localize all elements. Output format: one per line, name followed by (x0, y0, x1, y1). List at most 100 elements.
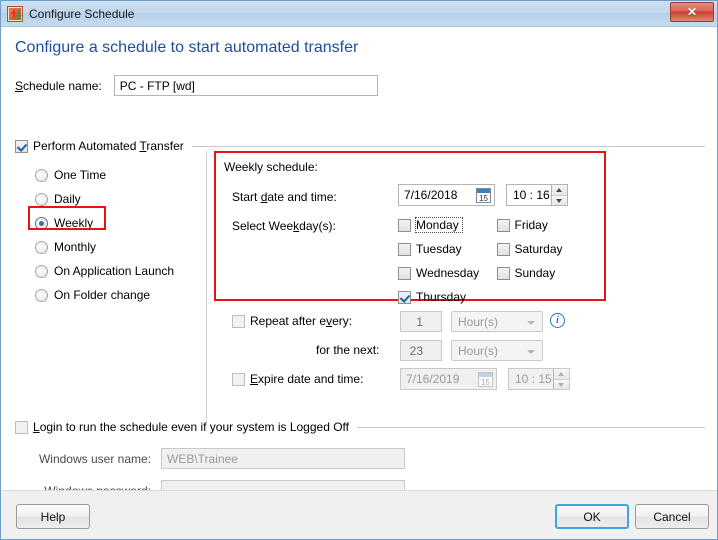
dialog-body: Configure a schedule to start automated … (1, 27, 717, 501)
checkbox-wednesday[interactable]: Wednesday (398, 261, 479, 285)
repeat-unit-value: Hour(s) (458, 314, 499, 329)
windows-user-name-label: Windows user name: (38, 451, 151, 466)
help-button[interactable]: Help (16, 504, 90, 529)
radio-daily[interactable]: Daily (35, 187, 174, 211)
checkbox-label: Monday (415, 217, 463, 233)
close-icon: ✕ (686, 5, 698, 19)
expire-time-stepper[interactable] (553, 369, 569, 389)
radio-label: Monthly (54, 240, 97, 254)
radio-icon-selected[interactable] (35, 216, 48, 230)
expire-checkbox-row[interactable]: Expire date and time: (232, 372, 363, 386)
ok-button[interactable]: OK (555, 504, 629, 529)
checkbox-tuesday[interactable]: Tuesday (398, 237, 479, 261)
checkbox-label: Sunday (514, 266, 556, 280)
checkbox-icon[interactable] (398, 266, 411, 280)
radio-icon[interactable] (35, 168, 48, 182)
perform-transfer-label: Perform Automated Transfer (33, 139, 184, 153)
radio-label: One Time (54, 168, 107, 182)
checkbox-label: Friday (514, 218, 548, 232)
expire-date-input[interactable]: 7/16/2019 15 (400, 368, 497, 390)
group-divider (356, 426, 705, 428)
group-divider (191, 145, 705, 147)
schedule-name-input[interactable]: PC - FTP [wd] (113, 75, 378, 96)
expire-time-input[interactable]: 10 : 15 (508, 368, 570, 390)
radio-on-folder-change[interactable]: On Folder change (35, 283, 174, 307)
checkbox-label: Saturday (514, 242, 563, 256)
next-duration-input[interactable]: 23 (400, 340, 442, 361)
start-date-input[interactable]: 7/16/2018 15 (398, 184, 495, 206)
start-date-label: Start date and time: (232, 190, 337, 204)
checkbox-icon[interactable] (496, 218, 510, 232)
weekday-column-2: Friday Saturday Sunday (496, 213, 563, 285)
login-toggle-row[interactable]: Login to run the schedule even if your s… (15, 420, 705, 434)
transfer-arrows-icon (7, 5, 23, 22)
radio-one-time[interactable]: One Time (35, 163, 174, 187)
spinner-down-icon[interactable] (554, 379, 569, 389)
windows-user-name-input[interactable]: WEB\Trainee (161, 448, 405, 469)
radio-icon[interactable] (35, 288, 48, 302)
page-title: Configure a schedule to start automated … (15, 39, 359, 56)
radio-weekly[interactable]: Weekly (35, 211, 174, 235)
checkbox-friday[interactable]: Friday (496, 213, 563, 237)
checkbox-sunday[interactable]: Sunday (496, 261, 563, 285)
dialog-footer: Help OK Cancel (1, 490, 717, 539)
calendar-icon[interactable]: 15 (478, 372, 493, 387)
close-button[interactable]: ✕ (670, 2, 714, 22)
checkbox-icon[interactable] (496, 266, 510, 280)
window-title: Configure Schedule (29, 6, 135, 21)
spinner-up-icon[interactable] (552, 185, 567, 196)
next-unit-value: Hour(s) (458, 343, 499, 358)
start-date-value: 7/16/2018 (404, 188, 458, 202)
chevron-down-icon (527, 350, 535, 354)
spinner-down-icon[interactable] (552, 195, 567, 205)
info-icon[interactable]: i (550, 313, 565, 328)
checkbox-monday[interactable]: Monday (398, 213, 479, 237)
weekly-schedule-panel: Weekly schedule: Start date and time: Se… (214, 151, 606, 304)
frequency-radio-group: One Time Daily Weekly Monthly On Applica… (35, 163, 174, 307)
repeat-interval-input[interactable]: 1 (400, 311, 442, 332)
radio-label: On Application Launch (54, 264, 175, 278)
radio-label: On Folder change (54, 288, 151, 302)
weekday-column-1: Monday Tuesday Wednesday Thursday (398, 213, 479, 309)
weekday-checkbox-group: Monday Tuesday Wednesday Thursday Friday… (398, 213, 563, 309)
radio-icon[interactable] (35, 240, 48, 254)
radio-on-application-launch[interactable]: On Application Launch (35, 259, 174, 283)
cancel-button[interactable]: Cancel (635, 504, 709, 529)
checkbox-icon[interactable] (496, 242, 510, 256)
expire-label: Expire date and time: (250, 372, 364, 386)
start-time-stepper[interactable] (551, 185, 567, 205)
next-unit-select[interactable]: Hour(s) (451, 340, 543, 361)
chevron-down-icon (527, 321, 535, 325)
repeat-after-every-checkbox-row[interactable]: Repeat after every: (232, 314, 352, 328)
start-time-value: 10 : 16 (513, 188, 550, 202)
checkbox-icon-checked[interactable] (398, 290, 411, 304)
expire-date-value: 7/16/2019 (406, 372, 460, 386)
login-label: Login to run the schedule even if your s… (33, 420, 349, 434)
select-weekday-label: Select Weekday(s): (232, 219, 336, 233)
expire-time-value: 10 : 15 (515, 372, 552, 386)
radio-monthly[interactable]: Monthly (35, 235, 174, 259)
checkbox-icon[interactable] (398, 242, 411, 256)
schedule-name-label: Schedule name: (15, 78, 102, 93)
calendar-icon[interactable]: 15 (476, 188, 491, 203)
checkbox-icon[interactable] (398, 218, 411, 232)
perform-transfer-checkbox[interactable] (15, 139, 28, 153)
checkbox-saturday[interactable]: Saturday (496, 237, 563, 261)
radio-icon[interactable] (35, 192, 48, 206)
vertical-divider (206, 151, 207, 423)
checkbox-label: Thursday (416, 290, 467, 304)
start-time-input[interactable]: 10 : 16 (506, 184, 568, 206)
checkbox-thursday[interactable]: Thursday (398, 285, 479, 309)
checkbox-icon[interactable] (232, 372, 245, 386)
radio-icon[interactable] (35, 264, 48, 278)
weekly-schedule-title: Weekly schedule: (224, 160, 318, 174)
checkbox-icon[interactable] (232, 314, 245, 328)
repeat-unit-select[interactable]: Hour(s) (451, 311, 543, 332)
title-bar: Configure Schedule ✕ (1, 1, 717, 27)
repeat-after-every-label: Repeat after every: (250, 314, 353, 328)
spinner-up-icon[interactable] (554, 369, 569, 380)
checkbox-label: Tuesday (416, 242, 462, 256)
schedule-name-row: Schedule name: PC - FTP [wd] (15, 75, 378, 96)
login-checkbox[interactable] (15, 420, 28, 434)
radio-label: Daily (54, 192, 81, 206)
